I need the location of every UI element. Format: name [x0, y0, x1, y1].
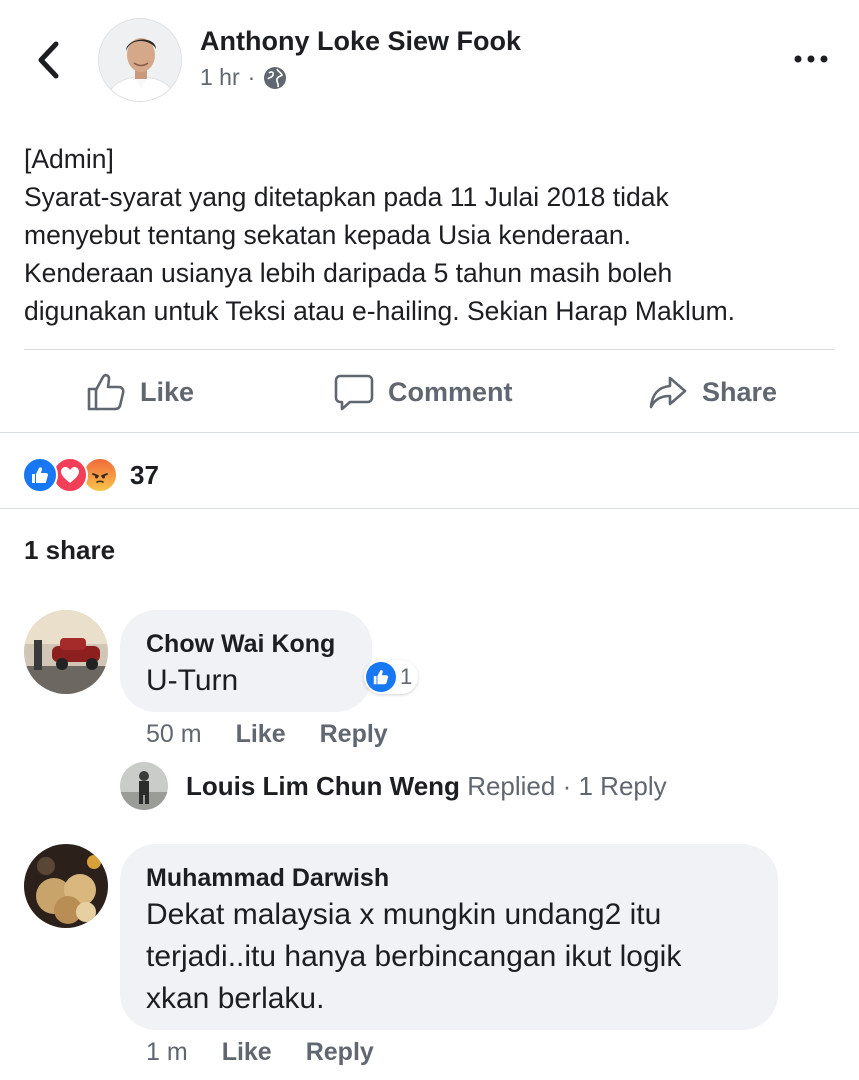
- comment-bubble[interactable]: Chow Wai Kong U-Turn: [120, 610, 372, 712]
- like-reaction-icon: [22, 457, 58, 493]
- comment-text-line: terjadi..itu hanya berbincangan ikut log…: [146, 940, 682, 973]
- author-avatar[interactable]: [98, 18, 182, 102]
- share-count[interactable]: 1 share: [24, 535, 115, 566]
- comment-reply-link[interactable]: Reply: [306, 1038, 374, 1067]
- replier-avatar: [120, 762, 168, 810]
- back-button[interactable]: [28, 36, 68, 84]
- divider: [0, 508, 859, 509]
- comment-like-link[interactable]: Like: [222, 1038, 272, 1067]
- globe-icon: [264, 66, 287, 89]
- more-dots-icon: [794, 55, 828, 63]
- comment-text-line: Dekat malaysia x mungkin undang2 itu: [146, 898, 662, 931]
- reply-separator: ·: [562, 770, 572, 801]
- like-reaction-icon: [366, 662, 396, 692]
- post-text-line: [Admin]: [24, 144, 114, 174]
- comment-reaction-badge[interactable]: 1: [364, 660, 419, 694]
- commenter-avatar[interactable]: [24, 610, 108, 694]
- share-arrow-icon: [649, 376, 687, 409]
- replied-label: Replied: [467, 770, 556, 801]
- post-time: 1 hr: [200, 64, 240, 90]
- divider: [0, 432, 859, 433]
- post-text-line: Kenderaan usianya lebih daripada 5 tahun…: [24, 258, 673, 288]
- comment-time: 50 m: [146, 720, 202, 748]
- comment-like-link[interactable]: Like: [236, 720, 286, 749]
- reaction-count: 37: [130, 459, 159, 490]
- reply-count: 1 Reply: [578, 770, 667, 801]
- comment-reaction-count: 1: [400, 664, 413, 689]
- comment-label: Comment: [388, 376, 513, 407]
- like-label: Like: [140, 376, 195, 407]
- replier-name: Louis Lim Chun Weng: [186, 770, 460, 801]
- post-text-line: Syarat-syarat yang ditetapkan pada 11 Ju…: [24, 182, 669, 212]
- like-button[interactable]: Like: [86, 352, 194, 432]
- divider: [24, 349, 834, 350]
- post-text: [Admin] Syarat-syarat yang ditetapkan pa…: [24, 140, 844, 330]
- comment-bubble[interactable]: Muhammad Darwish Dekat malaysia x mungki…: [120, 844, 778, 1030]
- action-bar: Like Comment Share: [0, 352, 859, 432]
- post-text-line: digunakan untuk Teksi atau e-hailing. Se…: [24, 296, 736, 326]
- post-header: Anthony Loke Siew Fook 1 hr ·: [0, 0, 859, 118]
- chevron-left-icon: [38, 41, 59, 79]
- thumbs-up-icon: [87, 373, 125, 411]
- comment-button[interactable]: Comment: [334, 352, 513, 432]
- post-meta: 1 hr ·: [200, 64, 287, 91]
- reactions-summary[interactable]: 37: [22, 456, 159, 494]
- share-button[interactable]: Share: [648, 352, 777, 432]
- commenter-name[interactable]: Muhammad Darwish: [146, 862, 752, 894]
- comment-meta: 1 m Like Reply: [146, 1038, 374, 1067]
- replies-summary[interactable]: Louis Lim Chun Weng Replied · 1 Reply: [120, 762, 667, 810]
- more-options-button[interactable]: [791, 44, 831, 74]
- comment-bubble-icon: [334, 374, 374, 411]
- comment-reply-link[interactable]: Reply: [320, 720, 388, 749]
- comment-time: 1 m: [146, 1038, 188, 1066]
- author-name[interactable]: Anthony Loke Siew Fook: [200, 26, 521, 57]
- meta-separator: ·: [247, 64, 256, 90]
- comment-meta: 50 m Like Reply: [146, 720, 388, 749]
- commenter-avatar[interactable]: [24, 844, 108, 928]
- share-label: Share: [702, 376, 778, 407]
- commenter-name[interactable]: Chow Wai Kong: [146, 628, 346, 660]
- post-text-line: menyebut tentang sekatan kepada Usia ken…: [24, 220, 631, 250]
- comment-text-line: xkan berlaku.: [146, 982, 325, 1015]
- comment-text: U-Turn: [146, 664, 239, 697]
